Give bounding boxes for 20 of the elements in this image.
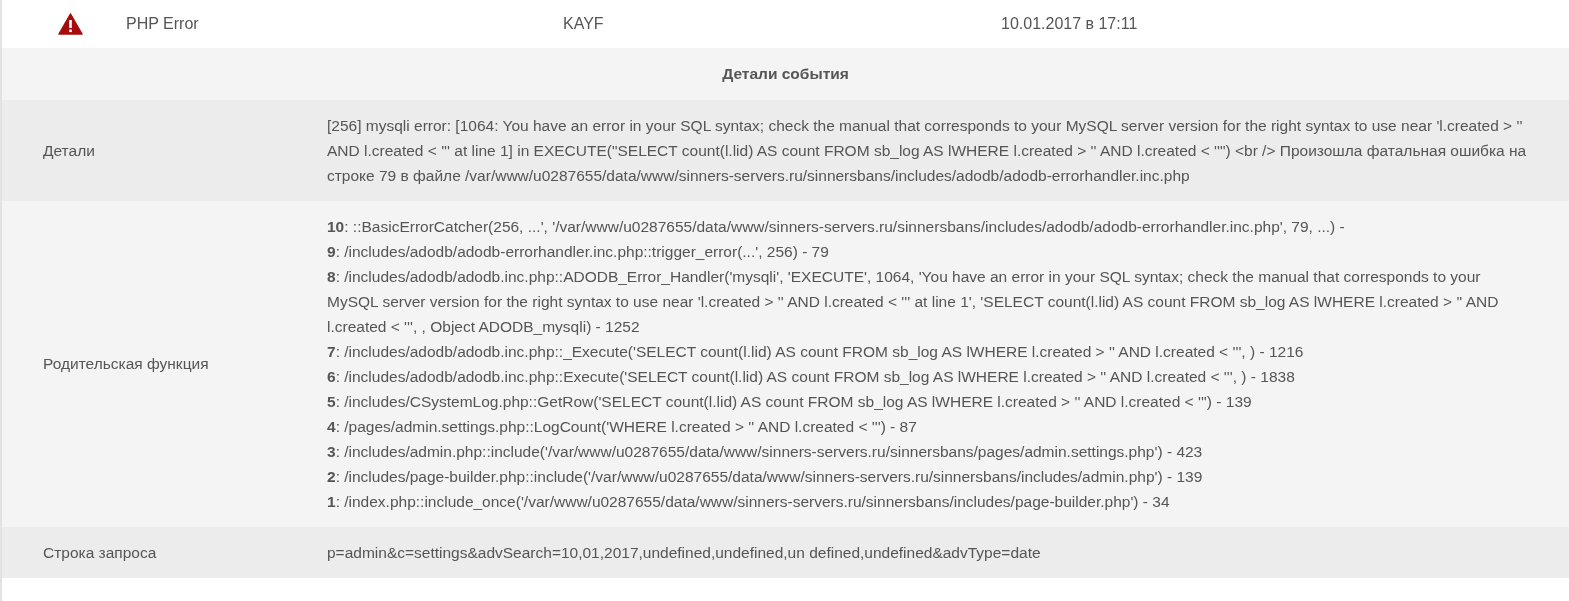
detail-value: p=admin&c=settings&advSearch=10,01,2017,undefined,undefined,un defined,undefined&advType=date [327,544,1041,561]
trace-line: 1: /index.php::include_once('/var/www/u0287655/data/www/sinners-servers.ru/sinnersbans/includes/page-builder.php') - 34 [327,492,1171,512]
detail-label: Детали [43,141,95,159]
detail-value: [256] mysqli error: [1064: You have an error in your SQL syntax; check the manual that corresponds to your MySQL server version for the right syntax to use near 'l.created > '' AND l.created < ''' at line 1] in EXECUTE("SELECT count(l.lid) AS count FROM sb_log AS lWHERE l.created > '' AND l.created < ''") <br /> Произошла фатальная ошибка на строке 79 в файле /var/www/u0287655/data/www/sinners-servers.ru/sinnersbans/includes/adodb/adodb-errorhandler.inc.php [327,117,1527,184]
event-user: KAYF [563,15,605,33]
trace-line: 7: /includes/adodb/adodb.inc.php::_Execute('SELECT count(l.lid) AS count FROM sb_log AS lWHERE l.created > '' AND l.created < ''', ) - 1216 [327,342,1305,362]
detail-label: Родительская функция [43,355,209,372]
event-type: PHP Error [126,15,200,33]
trace-line: 2: /includes/page-builder.php::include('/var/www/u0287655/data/www/sinners-servers.ru/sinnersbans/includes/admin.php') - 139 [327,467,1204,487]
detail-label: Строка запроса [43,543,157,561]
trace-line: 10: ::BasicErrorCatcher(256, ...', '/var/www/u0287655/data/www/sinners-servers.ru/sinnersbans/includes/adodb/adodb-errorhandler.inc.php', 79, ...) - [327,217,1346,237]
trace-line: 5: /includes/CSystemLog.php::GetRow('SELECT count(l.lid) AS count FROM sb_log AS lWHERE l.created > '' AND l.created < ''') - 139 [327,392,1253,412]
warning-icon [58,13,83,35]
trace-line: 8: /includes/adodb/adodb.inc.php::ADODB_Error_Handler('mysqli', 'EXECUTE', 1064, 'You have an error in your SQL syntax; check the manual that corresponds to your MySQL server version for the right syntax to use near 'l.created > '' AND l.created < ''' at line 1', 'SELECT count(l.lid) AS count FROM sb_log AS lWHERE l.created > '' AND l.created < ''', , Object ADODB_mysqli) - 1252 [327,267,1500,337]
trace-line: 4: /pages/admin.settings.php::LogCount('WHERE l.created > '' AND l.created < ''') - 87 [327,417,918,437]
section-title: Детали события [722,65,849,83]
event-date: 10.01.2017 в 17:11 [1001,15,1139,33]
trace-line: 9: /includes/adodb/adodb-errorhandler.inc.php::trigger_error(...', 256) - 79 [327,242,830,262]
trace-line: 3: /includes/admin.php::include('/var/www/u0287655/data/www/sinners-servers.ru/sinnersbans/pages/admin.settings.php') - 423 [327,442,1204,462]
trace-line: 6: /includes/adodb/adodb.inc.php::Execute('SELECT count(l.lid) AS count FROM sb_log AS lWHERE l.created > '' AND l.created < ''', ) - 1838 [327,367,1296,387]
